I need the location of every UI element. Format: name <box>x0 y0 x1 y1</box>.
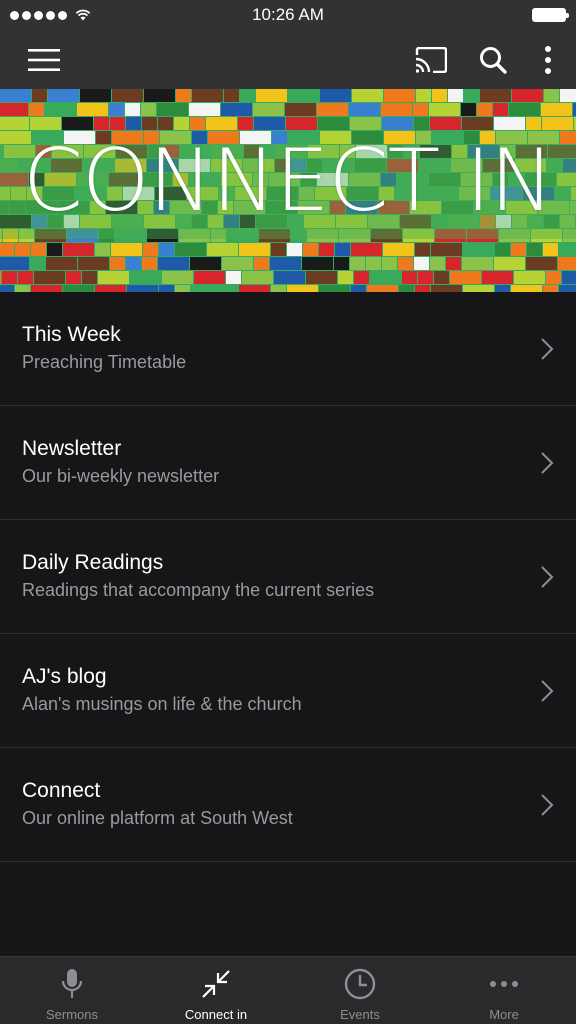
tab-sermons[interactable]: Sermons <box>0 957 144 1024</box>
list-item-title: This Week <box>22 323 121 346</box>
list-item-newsletter[interactable]: Newsletter Our bi-weekly newsletter <box>0 406 576 520</box>
signal-strength <box>10 9 91 21</box>
chevron-right-icon <box>541 338 554 360</box>
chevron-right-icon <box>541 452 554 474</box>
tab-label: Events <box>340 1007 380 1022</box>
search-button[interactable] <box>478 38 508 82</box>
microphone-icon <box>61 969 83 998</box>
list-item-ajs-blog[interactable]: AJ's blog Alan's musings on life & the c… <box>0 634 576 748</box>
menu-button[interactable] <box>28 38 60 82</box>
status-bar: 10:26 AM <box>0 0 576 30</box>
list-item-daily-readings[interactable]: Daily Readings Readings that accompany t… <box>0 520 576 634</box>
list-item-subtitle: Alan's musings on life & the church <box>22 694 302 714</box>
app-bar <box>0 30 576 89</box>
cast-icon <box>415 46 447 73</box>
hamburger-icon <box>28 48 60 71</box>
list-item-subtitle: Preaching Timetable <box>22 352 187 372</box>
list-item-title: Daily Readings <box>22 551 164 574</box>
battery-icon <box>532 8 569 22</box>
search-icon <box>480 46 507 74</box>
list-item-subtitle: Our bi-weekly newsletter <box>22 466 220 486</box>
tab-label: More <box>489 1007 519 1022</box>
cast-button[interactable] <box>414 38 448 82</box>
overflow-menu-button[interactable] <box>542 38 554 82</box>
chevron-right-icon <box>541 680 554 702</box>
banner-title: CONNECT IN <box>22 131 554 231</box>
chevron-right-icon <box>541 794 554 816</box>
arrows-in-icon <box>202 970 230 998</box>
list-item-title: AJ's blog <box>22 665 107 688</box>
list-item-title: Newsletter <box>22 437 122 460</box>
tab-more[interactable]: More <box>432 957 576 1024</box>
list-item-connect[interactable]: Connect Our online platform at South Wes… <box>0 748 576 862</box>
chevron-right-icon <box>541 566 554 588</box>
list-item-subtitle: Readings that accompany the current seri… <box>22 580 375 600</box>
wifi-icon <box>75 9 91 21</box>
ellipsis-icon <box>490 981 518 987</box>
vertical-ellipsis-icon <box>545 45 551 74</box>
list-item-subtitle: Our online platform at South West <box>22 808 293 828</box>
list-item-this-week[interactable]: This Week Preaching Timetable <box>0 292 576 406</box>
tab-bar: Sermons Connect in Events More <box>0 956 576 1024</box>
tab-label: Sermons <box>45 1007 99 1022</box>
list-item-title: Connect <box>22 779 101 802</box>
clock-icon <box>344 968 376 1000</box>
tab-events[interactable]: Events <box>288 957 432 1024</box>
header-banner: CONNECT IN <box>0 89 576 292</box>
menu-list: This Week Preaching Timetable Newsletter… <box>0 292 576 862</box>
tab-label: Connect in <box>184 1007 248 1022</box>
tab-connect-in[interactable]: Connect in <box>144 957 288 1024</box>
